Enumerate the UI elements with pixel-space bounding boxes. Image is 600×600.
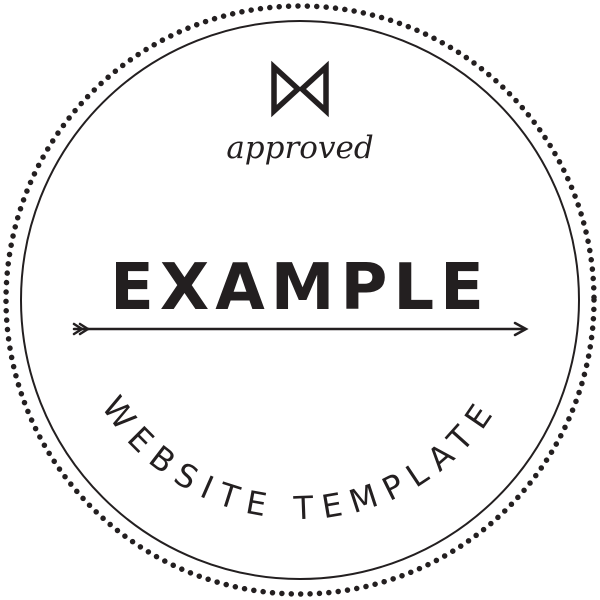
badge-tagline: approved (226, 130, 373, 166)
badge-title: EXAMPLE (110, 251, 490, 325)
badge-graphic: approved EXAMPLE WEBSITE TEMPLATE (3, 3, 597, 597)
bowtie-icon (271, 60, 329, 118)
badge-subtitle-path: WEBSITE TEMPLATE (94, 389, 495, 527)
approved-badge: approved EXAMPLE WEBSITE TEMPLATE (0, 0, 600, 600)
badge-subtitle: WEBSITE TEMPLATE (94, 389, 505, 527)
